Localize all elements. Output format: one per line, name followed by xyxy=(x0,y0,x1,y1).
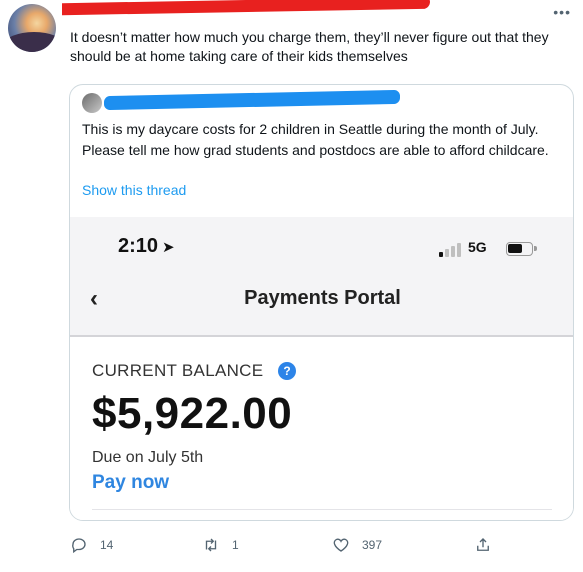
reply-count: 14 xyxy=(100,538,114,552)
heart-icon xyxy=(333,538,349,552)
retweet-count: 1 xyxy=(232,538,239,552)
location-arrow-icon: ➤ xyxy=(162,239,175,256)
author-name-redaction xyxy=(62,0,430,16)
balance-label: CURRENT BALANCE xyxy=(92,361,264,380)
balance-panel: CURRENT BALANCE ? $5,922.00 Due on July … xyxy=(70,337,573,520)
like-count: 397 xyxy=(362,538,383,552)
quoted-tweet-card[interactable]: This is my daycare costs for 2 children … xyxy=(69,84,574,521)
network-indicator: 5G xyxy=(468,239,487,255)
portal-title: Payments Portal xyxy=(244,287,401,309)
balance-amount: $5,922.00 xyxy=(92,389,293,438)
share-icon xyxy=(477,538,489,551)
signal-strength-icon xyxy=(439,241,465,257)
help-icon[interactable]: ? xyxy=(278,362,296,380)
reply-icon xyxy=(72,538,86,554)
reply-button[interactable]: 14 xyxy=(70,534,113,556)
due-date: Due on July 5th xyxy=(92,449,204,466)
like-button[interactable]: 397 xyxy=(332,534,382,556)
author-avatar[interactable] xyxy=(8,4,56,52)
avatar-landscape xyxy=(8,32,56,52)
more-horizontal-icon[interactable]: ••• xyxy=(553,4,571,20)
status-bar-time: 2:10 ➤ xyxy=(118,235,175,258)
retweet-icon xyxy=(205,538,217,552)
tweet-actions: 14 1 397 xyxy=(70,534,550,556)
retweet-button[interactable]: 1 xyxy=(202,534,239,556)
quoted-author-name-redaction xyxy=(104,89,400,111)
panel-divider xyxy=(92,509,552,510)
attached-screenshot[interactable]: 2:10 ➤ 5G ‹ Payments Portal CURRENT BALAN… xyxy=(70,217,573,520)
share-button[interactable] xyxy=(474,534,504,556)
status-time-text: 2:10 xyxy=(118,235,159,257)
quoted-tweet-text: This is my daycare costs for 2 children … xyxy=(82,121,549,158)
pay-now-link[interactable]: Pay now xyxy=(92,472,169,494)
show-thread-link[interactable]: Show this thread xyxy=(82,182,186,198)
tweet-text: It doesn’t matter how much you charge th… xyxy=(70,29,549,64)
battery-icon xyxy=(506,242,537,256)
quoted-author-avatar[interactable] xyxy=(82,93,102,113)
